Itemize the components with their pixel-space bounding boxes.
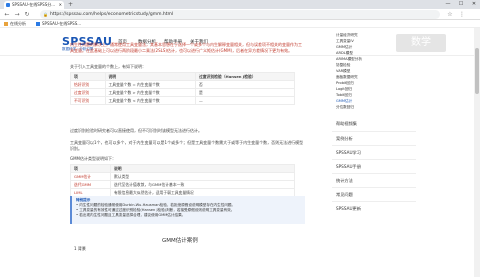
sidebar-item[interactable]: 协整检验 [336, 63, 350, 68]
paragraph-overid: 过度识别检验时研究者可以直接使用，但不可识别时该模型无法进行估计。 [70, 128, 202, 133]
gmm-type-table: 项 说明 GMM估计 默认类型 迭代GMM 迭代至估计值收敛，与GMM估计基本一… [70, 164, 295, 197]
maximize-button[interactable]: ☐ [455, 0, 467, 9]
tip-box: 特别提示 • 内生性问题的检验通常使用Durbin-Wu-Hausman检验，若… [70, 196, 305, 224]
sidebar-item[interactable]: ARIMA模型分析 [336, 57, 362, 62]
table-row: 恰好识别 工具变量个数 = 内生变量个数 否 [70, 80, 296, 89]
browser-tab[interactable]: SPSSAU-在线SPSS分... ✕ [4, 1, 64, 9]
sidebar-item[interactable]: Tobit回归 [336, 93, 352, 98]
lock-icon: 🔒 [43, 12, 48, 17]
star-icon[interactable]: ☆ [446, 10, 454, 19]
bookmark-item[interactable]: 在线分析 [4, 20, 26, 28]
tip-line: • 若出现内生性问题且工具变量选择合理，建议使用GMM估计结果。 [76, 213, 186, 217]
url-text: https://spssau.com/helps/econometricstud… [50, 12, 174, 17]
sidebar-item[interactable]: ARDL模型 [336, 51, 353, 56]
table-header: 说明 [110, 164, 295, 173]
bookmarks-bar: 在线分析 SPSSAU-在线SPSS... [0, 20, 480, 28]
address-bar-row: ← → ↻ 🔒 https://spssau.com/helps/econome… [0, 9, 480, 20]
sidebar-item[interactable]: GMM估计 [336, 45, 352, 50]
sidebar-item[interactable]: 分位数回归 [336, 105, 354, 110]
scrollbar-thumb[interactable] [475, 48, 479, 94]
table-header: 过度识别检验（Hansen J检验） [194, 72, 296, 81]
sidebar-item[interactable]: 面板数据研究 [336, 75, 358, 80]
sidebar-item[interactable]: Logit回归 [336, 87, 352, 92]
sidebar-item[interactable]: 计量经济研究 [336, 33, 358, 38]
menu-icon[interactable]: ⋮ [458, 10, 466, 19]
folder-icon [4, 21, 8, 26]
paragraph-gmm-types: GMM估计类型说明如下： [70, 156, 117, 161]
new-tab-button[interactable]: + [68, 1, 73, 8]
tab-title: SPSSAU-在线SPSS分... [12, 2, 56, 7]
bookmark-item[interactable]: SPSSAU-在线SPSS... [36, 20, 81, 28]
section-subhead: 1 背景 [74, 246, 86, 251]
close-window-button[interactable]: ✕ [468, 0, 480, 9]
paragraph-instrument-count: 工具变量可以1个，也可以多个，对于内生变量可以是1个或多个；但是工具变量个数需大… [70, 140, 304, 151]
identification-table: 项 说明 过度识别检验（Hansen J检验） 恰好识别 工具变量个数 = 内生… [70, 72, 296, 105]
back-icon[interactable]: ← [3, 10, 11, 19]
sidebar-item[interactable]: 工具变量IV [336, 39, 354, 44]
sidebar-menu-methods[interactable]: 统计方法 [332, 173, 416, 186]
intro-paragraph-2: 关于引入工具变量的个数上，有如下说明： [70, 64, 146, 69]
search-watermark: 数学 [396, 34, 446, 52]
close-tab-icon[interactable]: ✕ [59, 1, 62, 9]
browser-tabbar: SPSSAU-在线SPSS分... ✕ + — ☐ ✕ [0, 0, 480, 9]
table-row: 不可识别 工具变量个数 < 内生变量个数 — [70, 96, 296, 105]
table-row: 迭代GMM 迭代至估计值收敛，与GMM估计基本一致 [70, 180, 295, 189]
site-favicon-icon [36, 21, 40, 26]
sidebar-menu-faq[interactable]: 常见问题 [332, 187, 416, 200]
sidebar-menu-learning[interactable]: SPSSAU学习 [332, 145, 416, 158]
minimize-button[interactable]: — [442, 0, 454, 9]
web-page: SPSSAU 数据科学 · 分析引擎 首页 数据分析 帮助手册 关于我们 数学 … [0, 28, 480, 277]
table-header: 项 [70, 72, 106, 81]
section-title: GMM估计案例 [162, 238, 198, 244]
url-input[interactable]: 🔒 https://spssau.com/helps/econometricst… [40, 10, 440, 19]
sidebar-item[interactable]: VAR模型 [336, 69, 350, 74]
sidebar-item-active[interactable]: GMM估计 [336, 99, 352, 104]
intro-paragraph: 内生性问题的解决上，通常使用工具变量法，其基本思想在于选择一个或多个与内生解释变… [70, 42, 302, 53]
table-header: 项 [70, 164, 111, 173]
sidebar-menu-updates[interactable]: SPSSAU更新 [332, 201, 416, 214]
forward-icon[interactable]: → [13, 10, 21, 19]
reload-icon[interactable]: ↻ [23, 10, 31, 19]
sidebar-menu-manual[interactable]: SPSSAU手册 [332, 159, 416, 172]
table-row: 过度识别 工具变量个数 > 内生变量个数 是 [70, 88, 296, 97]
sidebar-item[interactable]: Probit回归 [336, 81, 354, 86]
sidebar-menu-cases[interactable]: 案例分析 [332, 131, 416, 144]
table-header: 说明 [104, 72, 196, 81]
table-row: GMM估计 默认类型 [70, 172, 295, 181]
sidebar-menu-videos[interactable]: 帮助视频集 [332, 117, 416, 130]
site-favicon-icon [6, 3, 10, 7]
